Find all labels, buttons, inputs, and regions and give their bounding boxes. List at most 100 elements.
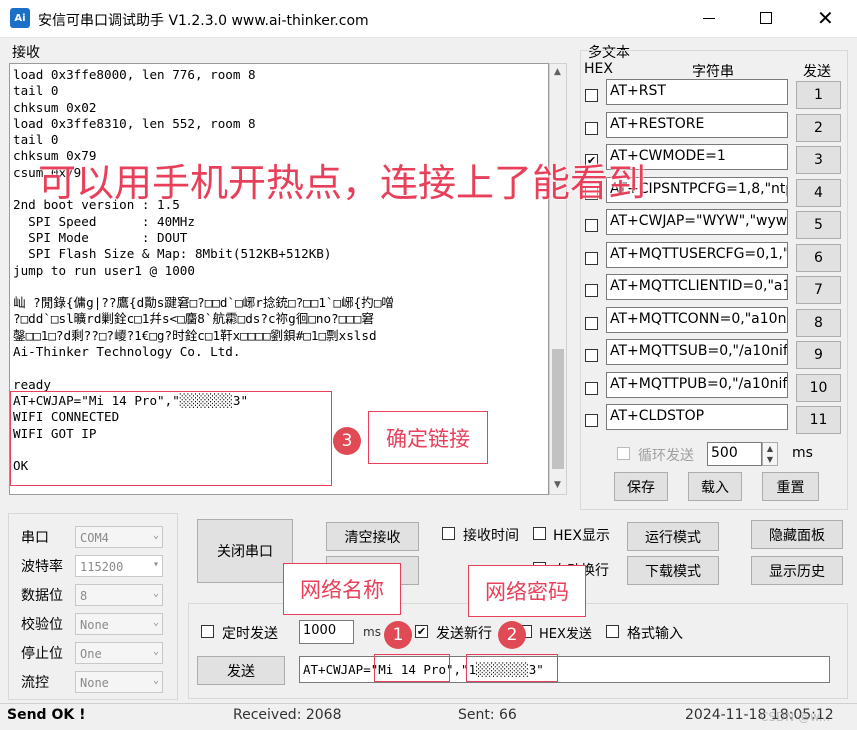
watermark: CSDN @w... (760, 710, 831, 724)
multi-hex-checkbox[interactable] (585, 89, 598, 102)
clear-receive-button[interactable]: 清空接收 (326, 522, 419, 551)
flow-select[interactable]: None ⌄ (75, 671, 163, 693)
receive-label: 接收 (12, 45, 40, 61)
receive-line: SPI Flash Size & Map: 8Mbit(512KB+512KB) (13, 246, 332, 262)
loop-spinner[interactable]: ▲ ▼ (762, 442, 778, 466)
multi-reset-button[interactable]: 重置 (762, 472, 819, 501)
multi-hex-checkbox[interactable] (585, 316, 598, 330)
send-frame (188, 603, 848, 699)
multi-hex-checkbox[interactable] (585, 414, 598, 427)
chevron-down-icon: ▾ (152, 559, 159, 570)
recv-time-label: 接收时间 (463, 528, 519, 544)
multi-save-button[interactable]: 保存 (614, 472, 668, 501)
hex-show-checkbox[interactable] (533, 527, 546, 540)
multi-text-input[interactable]: AT+RESTORE (606, 111, 788, 138)
multi-send-button[interactable]: 3 (796, 146, 841, 174)
multi-send-button[interactable]: 11 (796, 406, 841, 434)
timed-send-label: 定时发送 (222, 626, 278, 642)
receive-line: SPI Speed : 40MHz (13, 213, 195, 229)
hide-panel-button[interactable]: 隐藏面板 (751, 520, 843, 549)
multi-send-button[interactable]: 9 (796, 341, 841, 369)
multi-send-button[interactable]: 6 (796, 243, 841, 272)
maximize-icon[interactable] (760, 12, 772, 24)
received-count: Received: 2068 (233, 707, 342, 723)
multi-text-input[interactable]: AT+CWJAP="WYW","wyw1 (606, 209, 788, 235)
interval-input[interactable]: 1000 (299, 620, 354, 644)
multi-hex-checkbox[interactable] (585, 121, 598, 135)
parity-select[interactable]: None ⌄ (75, 613, 163, 635)
scroll-up-icon[interactable]: ▲ (554, 67, 561, 77)
multi-col-send: 发送 (803, 64, 831, 80)
multi-hex-checkbox[interactable] (585, 284, 598, 297)
chevron-down-icon: ⌄ (152, 646, 159, 657)
send-newline-checkbox[interactable]: ✔ (415, 625, 428, 638)
multi-load-button[interactable]: 载入 (688, 472, 742, 501)
databits-select[interactable]: 8 ⌄ (75, 584, 163, 606)
format-input-checkbox[interactable] (606, 625, 619, 638)
annotation-tag-1: 网络名称 (283, 563, 401, 615)
port-select[interactable]: COM4 ⌄ (75, 526, 163, 548)
multi-send-button[interactable]: 7 (796, 276, 841, 304)
multi-hex-checkbox[interactable] (585, 251, 598, 265)
multi-text-input[interactable]: AT+MQTTCONN=0,"a10ni (606, 306, 788, 333)
receive-line: load 0x3ffe8000, len 776, room 8 (13, 67, 256, 82)
show-history-button[interactable]: 显示历史 (751, 556, 843, 585)
chevron-down-icon: ⌄ (152, 588, 159, 599)
annotation-box-1 (374, 654, 450, 682)
receive-line: jump to run user1 @ 1000 (13, 262, 195, 278)
stopbits-select[interactable]: One ⌄ (75, 642, 163, 664)
multi-send-button[interactable]: 5 (796, 211, 841, 239)
send-button[interactable]: 发送 (197, 656, 285, 685)
stopbits-value: One (80, 647, 102, 661)
multi-send-button[interactable]: 4 (796, 178, 841, 207)
close-port-button[interactable]: 关闭串口 (197, 519, 293, 583)
minimize-icon[interactable] (703, 18, 715, 19)
annotation-box-3 (10, 391, 332, 486)
multi-send-button[interactable]: 2 (796, 113, 841, 142)
receive-scrollbar[interactable]: ▲ ▼ (549, 63, 567, 495)
close-icon[interactable]: ✕ (817, 6, 834, 30)
multi-text-input[interactable]: AT+MQTTCLIENTID=0,"a1 (606, 274, 788, 300)
port-label: 串口 (21, 530, 49, 546)
window-title: 安信可串口调试助手 V1.2.3.0 www.ai-thinker.com (38, 13, 369, 29)
multi-send-button[interactable]: 1 (796, 81, 841, 109)
scroll-down-icon[interactable]: ▼ (554, 480, 561, 490)
multi-text-input[interactable]: AT+MQTTUSERCFG=0,1," (606, 241, 788, 268)
receive-line: Ai-Thinker Technology Co. Ltd. (13, 344, 241, 360)
parity-label: 校验位 (21, 617, 63, 633)
annotation-marker-2: 2 (498, 621, 526, 649)
multi-send-button[interactable]: 10 (796, 373, 841, 402)
multi-text-input[interactable]: AT+CLDSTOP (606, 404, 788, 430)
scroll-thumb[interactable] (552, 349, 564, 469)
loop-unit: ms (792, 445, 813, 461)
receive-line: 鏧□□1□?d剩??□?巎?1€□g?时銓c□1靬x□□□□劉鋇#□1□剽xsl… (13, 327, 377, 343)
multi-text-input[interactable]: AT+MQTTSUB=0,"/a10nifc (606, 339, 788, 365)
loop-interval-input[interactable]: 500 (707, 442, 762, 466)
format-input-label: 格式输入 (627, 626, 683, 642)
multi-hex-checkbox[interactable] (585, 219, 598, 232)
multi-hex-checkbox[interactable] (585, 381, 598, 395)
app-logo-icon: Ai (10, 8, 30, 28)
multi-send-button[interactable]: 8 (796, 308, 841, 337)
annotation-tag-2: 网络密码 (468, 565, 586, 617)
multi-text-input[interactable]: AT+RST (606, 79, 788, 105)
parity-value: None (80, 618, 109, 632)
baud-select[interactable]: 115200 ▾ (75, 555, 163, 577)
recv-time-checkbox[interactable] (442, 527, 455, 540)
receive-line: load 0x3ffe8310, len 552, room 8 (13, 115, 256, 131)
interval-unit: ms (363, 625, 381, 639)
receive-line (13, 360, 394, 376)
receive-line: chksum 0x02 (13, 99, 97, 115)
run-mode-button[interactable]: 运行模式 (627, 522, 719, 551)
annotation-tag-3: 确定链接 (368, 411, 488, 464)
annotation-marker-3: 3 (333, 427, 361, 455)
annotation-box-2 (466, 654, 558, 682)
multi-hex-checkbox[interactable] (585, 349, 598, 362)
download-mode-button[interactable]: 下载模式 (627, 556, 719, 585)
hex-show-label: HEX显示 (553, 528, 610, 544)
multi-text-input[interactable]: AT+MQTTPUB=0,"/a10nifc (606, 371, 788, 398)
receive-line: tail 0 (13, 132, 59, 148)
loop-send-checkbox[interactable] (617, 447, 630, 460)
timed-send-checkbox[interactable] (201, 625, 214, 638)
flow-label: 流控 (21, 675, 49, 691)
